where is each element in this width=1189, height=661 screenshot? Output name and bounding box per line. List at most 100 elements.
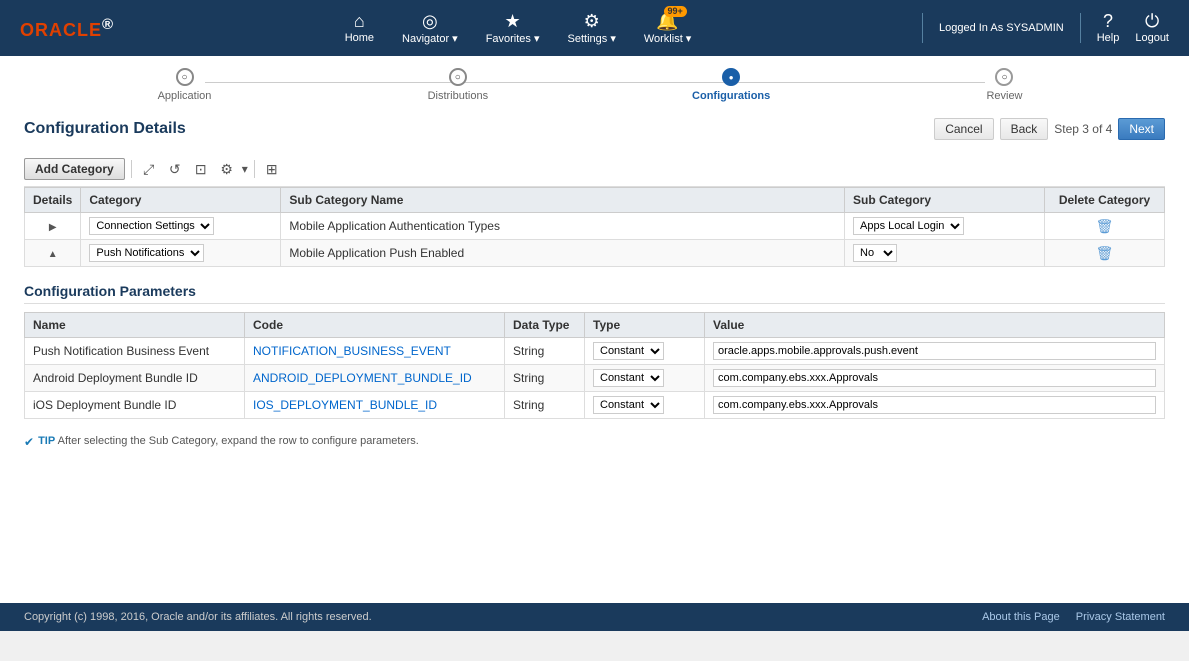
- param-code-2: ANDROID_DEPLOYMENT_BUNDLE_ID: [245, 365, 505, 392]
- category-select-row2[interactable]: Push Notifications: [89, 244, 204, 262]
- nav-help-label: Help: [1097, 32, 1120, 44]
- param-col-value: Value: [705, 313, 1165, 338]
- back-button[interactable]: Back: [1000, 118, 1049, 140]
- step-application-circle: ○: [176, 68, 194, 86]
- param-value-input-2[interactable]: [713, 369, 1156, 387]
- config-params-title: Configuration Parameters: [24, 283, 1165, 304]
- nav-home[interactable]: ⌂ Home: [345, 12, 374, 44]
- param-row: Android Deployment Bundle ID ANDROID_DEP…: [25, 365, 1165, 392]
- param-code-3: IOS_DEPLOYMENT_BUNDLE_ID: [245, 392, 505, 419]
- toolbar-separator2: [254, 160, 255, 178]
- cancel-button[interactable]: Cancel: [934, 118, 993, 140]
- nav-help[interactable]: ? Help: [1097, 12, 1120, 44]
- privacy-statement-link[interactable]: Privacy Statement: [1076, 611, 1165, 623]
- step-application-dot: ○: [181, 72, 187, 83]
- stepper-line: [205, 82, 985, 83]
- settings-icon[interactable]: ⚙: [216, 158, 238, 180]
- table-row: ▲ Push Notifications Mobile Application …: [25, 240, 1165, 267]
- refresh-icon[interactable]: ↺: [164, 158, 186, 180]
- toolbar: Add Category ⤢ ↺ ⊡ ⚙ ▾ ⊞: [24, 152, 1165, 187]
- footer-links: About this Page Privacy Statement: [982, 611, 1165, 623]
- sub-category-select-row1[interactable]: Apps Local Login: [853, 217, 964, 235]
- help-icon: ?: [1103, 12, 1113, 30]
- param-value-cell-2: [705, 365, 1165, 392]
- param-type-select-3[interactable]: Constant: [593, 396, 664, 414]
- category-cell-row1: Connection Settings: [81, 213, 281, 240]
- tip-label: TIP: [38, 435, 55, 447]
- param-name-2: Android Deployment Bundle ID: [25, 365, 245, 392]
- next-button[interactable]: Next: [1118, 118, 1165, 140]
- delete-row2-button[interactable]: 🗑: [1096, 245, 1114, 261]
- logged-in-label: Logged In As SYSADMIN: [939, 22, 1064, 34]
- param-type-select-1[interactable]: Constant: [593, 342, 664, 360]
- param-row: iOS Deployment Bundle ID IOS_DEPLOYMENT_…: [25, 392, 1165, 419]
- param-value-cell-3: [705, 392, 1165, 419]
- stepper: ○ Application ○ Distributions ● Configur…: [145, 68, 1045, 102]
- step-configurations[interactable]: ● Configurations: [691, 68, 771, 102]
- param-type-cell-3: Constant: [585, 392, 705, 419]
- expand-cell-row2[interactable]: ▲: [25, 240, 81, 267]
- add-category-button[interactable]: Add Category: [24, 158, 125, 180]
- step-review[interactable]: ○ Review: [964, 68, 1044, 102]
- logo-text: ORACLE: [20, 20, 102, 40]
- sub-category-name-cell-row1: Mobile Application Authentication Types: [281, 213, 845, 240]
- sub-category-select-row2[interactable]: No Yes: [853, 244, 897, 262]
- param-col-datatype: Data Type: [505, 313, 585, 338]
- expand-cell[interactable]: ▶: [25, 213, 81, 240]
- page-actions: Cancel Back Step 3 of 4 Next: [934, 118, 1165, 140]
- settings-dropdown-arrow[interactable]: ▾: [242, 162, 248, 176]
- export-icon[interactable]: ⊡: [190, 158, 212, 180]
- header-right: Logged In As SYSADMIN ? Help ⏻ Logout: [922, 12, 1169, 44]
- nav-favorites[interactable]: ★ Favorites ▾: [486, 12, 540, 45]
- nav-logout[interactable]: ⏻ Logout: [1135, 12, 1169, 44]
- step-application[interactable]: ○ Application: [145, 68, 225, 102]
- sub-category-name-cell-row2: Mobile Application Push Enabled: [281, 240, 845, 267]
- grid-icon[interactable]: ⊞: [261, 158, 283, 180]
- main-category-table: Details Category Sub Category Name Sub C…: [24, 187, 1165, 267]
- about-page-link[interactable]: About this Page: [982, 611, 1060, 623]
- worklist-badge: 99+: [664, 6, 687, 17]
- delete-row1-button[interactable]: 🗑: [1096, 218, 1114, 234]
- category-select-row1[interactable]: Connection Settings: [89, 217, 214, 235]
- param-datatype-2: String: [505, 365, 585, 392]
- param-type-cell-1: Constant: [585, 338, 705, 365]
- param-name-1: Push Notification Business Event: [25, 338, 245, 365]
- worklist-icon: 🔔 99+: [656, 12, 678, 30]
- nav-settings-label: Settings ▾: [568, 32, 616, 45]
- expand-all-icon[interactable]: ⤢: [138, 158, 160, 180]
- home-icon: ⌂: [354, 12, 365, 30]
- settings-icon: ⚙: [584, 12, 600, 30]
- navigator-icon: ◎: [422, 12, 438, 30]
- col-details: Details: [25, 188, 81, 213]
- expand-arrow-row1[interactable]: ▶: [49, 222, 57, 233]
- logout-icon: ⏻: [1145, 12, 1159, 30]
- step-configurations-label: Configurations: [692, 90, 770, 102]
- param-row: Push Notification Business Event NOTIFIC…: [25, 338, 1165, 365]
- param-value-cell-1: [705, 338, 1165, 365]
- step-application-label: Application: [158, 90, 212, 102]
- param-name-3: iOS Deployment Bundle ID: [25, 392, 245, 419]
- nav-worklist[interactable]: 🔔 99+ Worklist ▾: [644, 12, 692, 45]
- expand-arrow-row2[interactable]: ▲: [48, 249, 58, 260]
- nav-settings[interactable]: ⚙ Settings ▾: [568, 12, 616, 45]
- header-divider2: [1080, 13, 1081, 43]
- delete-cell-row2: 🗑: [1045, 240, 1165, 267]
- nav-navigator[interactable]: ◎ Navigator ▾: [402, 12, 458, 45]
- param-value-input-3[interactable]: [713, 396, 1156, 414]
- sub-category-value-cell-row1: Apps Local Login: [845, 213, 1045, 240]
- delete-cell-row1: 🗑: [1045, 213, 1165, 240]
- param-type-select-2[interactable]: Constant: [593, 369, 664, 387]
- tip-icon: ✔: [24, 435, 34, 449]
- step-review-label: Review: [986, 90, 1022, 102]
- nav-home-label: Home: [345, 32, 374, 44]
- step-distributions-label: Distributions: [428, 90, 489, 102]
- step-distributions-dot: ○: [455, 72, 461, 83]
- oracle-logo: ORACLE®: [20, 16, 114, 41]
- param-value-input-1[interactable]: [713, 342, 1156, 360]
- favorites-icon: ★: [505, 12, 521, 30]
- param-code-1: NOTIFICATION_BUSINESS_EVENT: [245, 338, 505, 365]
- step-configurations-dot: ●: [729, 73, 734, 82]
- nav-worklist-label: Worklist ▾: [644, 32, 692, 45]
- step-distributions[interactable]: ○ Distributions: [418, 68, 498, 102]
- nav-navigator-label: Navigator ▾: [402, 32, 458, 45]
